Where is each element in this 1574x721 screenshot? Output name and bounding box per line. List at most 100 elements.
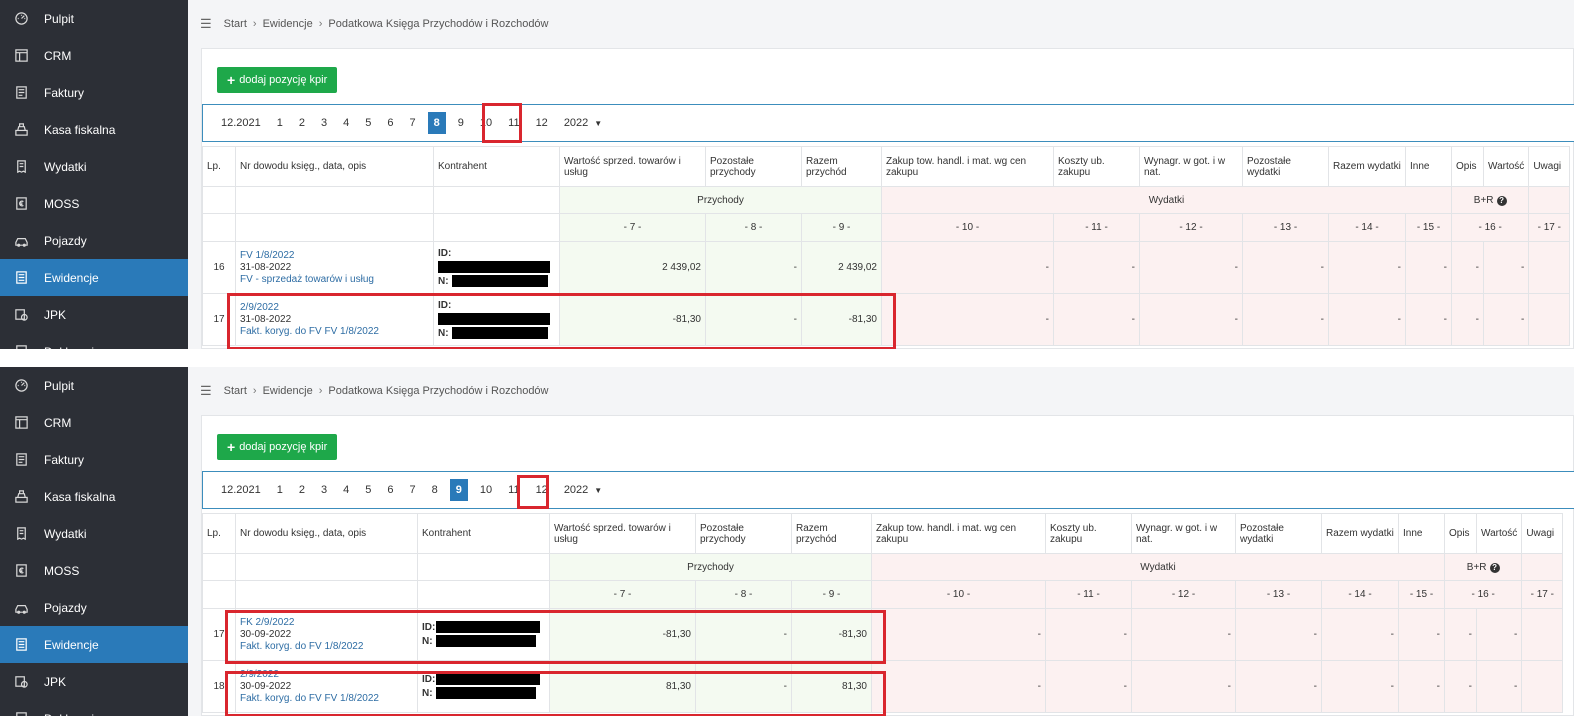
document-number-link[interactable]: 2/9/2022 (240, 302, 429, 314)
add-kpir-entry-button[interactable]: + dodaj pozycję kpir (217, 434, 338, 460)
breadcrumb-item[interactable]: Ewidencje (263, 385, 313, 397)
jpk-icon (10, 307, 32, 323)
tab-month-9[interactable]: 9 (449, 479, 468, 501)
column-header-c17: Uwagi (1521, 513, 1564, 554)
tab-month-7[interactable]: 7 (402, 479, 424, 501)
sidebar-item-ewidencje[interactable]: Ewidencje (0, 626, 188, 663)
tab-month-7[interactable]: 7 (402, 112, 424, 134)
tab-month-1[interactable]: 1 (269, 479, 291, 501)
column-number: - 10 - (871, 580, 1046, 609)
sidebar-item-kasa-fiskalna[interactable]: Kasa fiskalna (0, 478, 188, 515)
cell-c13: - (1235, 608, 1322, 661)
document-description-link[interactable]: Fakt. koryg. do FV FV 1/8/2022 (240, 326, 429, 338)
breadcrumb-item[interactable]: Ewidencje (263, 18, 313, 30)
sidebar-item-kasa-fiskalna[interactable]: Kasa fiskalna (0, 111, 188, 148)
sidebar-item-pojazdy[interactable]: Pojazdy (0, 589, 188, 626)
column-number: - 14 - (1328, 213, 1406, 242)
sidebar-item-crm[interactable]: CRM (0, 37, 188, 74)
tab-month-5[interactable]: 5 (357, 112, 379, 134)
sidebar-item-label: Faktury (44, 85, 85, 100)
sidebar-item-ewidencje[interactable]: Ewidencje (0, 259, 188, 296)
sidebar-item-crm[interactable]: CRM (0, 404, 188, 441)
group-br: B+R? (1450, 186, 1530, 214)
tab-month-11[interactable]: 11 (500, 112, 527, 134)
menu-toggle-icon[interactable]: ☰ (200, 16, 212, 32)
column-number: - 7 - (559, 213, 706, 242)
document-description-link[interactable]: Fakt. koryg. do FV FV 1/8/2022 (240, 693, 413, 705)
document-number-link[interactable]: FV 1/8/2022 (240, 250, 429, 262)
tab-month-3[interactable]: 3 (313, 479, 335, 501)
sidebar-item-pojazdy[interactable]: Pojazdy (0, 222, 188, 259)
tab-month-12.2021[interactable]: 12.2021 (213, 112, 269, 134)
tab-month-3[interactable]: 3 (313, 112, 335, 134)
tab-month-2[interactable]: 2 (291, 112, 313, 134)
chevron-right-icon: › (252, 385, 257, 397)
tab-month-9[interactable]: 9 (450, 112, 472, 134)
sidebar-item-jpk[interactable]: JPK (0, 663, 188, 700)
month-tabs: 12.2021 1 2 3 4 5 6 7 8 9 10 11 12 2022 ▼ (202, 104, 1574, 142)
sidebar-item-faktury[interactable]: Faktury (0, 441, 188, 478)
tab-month-12.2021[interactable]: 12.2021 (213, 479, 269, 501)
ledger-icon (10, 270, 32, 286)
sidebar-item-wydatki[interactable]: Wydatki (0, 148, 188, 185)
document-description-link[interactable]: FV - sprzedaż towarów i usług (240, 274, 429, 286)
ledger-icon (10, 637, 32, 653)
tab-month-12[interactable]: 12 (528, 112, 556, 134)
help-icon[interactable]: ? (1496, 195, 1507, 206)
sidebar-item-deklaracje[interactable]: Deklaracje (0, 700, 188, 716)
document-number-link[interactable]: FK 2/9/2022 (240, 617, 413, 629)
sidebar-item-faktury[interactable]: Faktury (0, 74, 188, 111)
year-select[interactable]: 2022 ▼ (556, 479, 610, 501)
breadcrumb-item[interactable]: Start (224, 385, 247, 397)
cash-register-icon (10, 122, 32, 138)
tab-month-10[interactable]: 10 (472, 479, 500, 501)
tab-month-6[interactable]: 6 (379, 112, 401, 134)
tab-month-6[interactable]: 6 (379, 479, 401, 501)
year-select[interactable]: 2022 ▼ (556, 112, 610, 134)
contractor-id-label: ID: (422, 673, 436, 685)
document-number-link[interactable]: 2/9/2022 (240, 669, 413, 681)
breadcrumb-item[interactable]: Start (224, 18, 247, 30)
tab-month-2[interactable]: 2 (291, 479, 313, 501)
help-icon[interactable]: ? (1489, 562, 1500, 573)
document-date: 30-09-2022 (240, 628, 292, 640)
column-number: - 17 - (1521, 580, 1564, 609)
kpir-table: Lp. Nr dowodu księg., data, opis Kontrahen… (202, 146, 1571, 346)
add-kpir-entry-button[interactable]: + dodaj pozycję kpir (217, 67, 338, 93)
year-label: 2022 (563, 484, 589, 496)
menu-toggle-icon[interactable]: ☰ (200, 383, 212, 399)
redacted-block (436, 620, 540, 633)
sidebar-item-moss[interactable]: MOSS (0, 552, 188, 589)
cell-c15: - (1405, 293, 1452, 346)
cell-c17 (1521, 660, 1564, 713)
sidebar-item-moss[interactable]: MOSS (0, 185, 188, 222)
sidebar-item-deklaracje[interactable]: Deklaracje (0, 333, 188, 349)
sidebar-item-pulpit[interactable]: Pulpit (0, 367, 188, 404)
tab-month-10[interactable]: 10 (472, 112, 500, 134)
tab-month-8[interactable]: 8 (424, 479, 446, 501)
tab-month-4[interactable]: 4 (335, 112, 357, 134)
sidebar-item-label: Faktury (44, 452, 85, 467)
sidebar-item-label: Ewidencje (44, 637, 99, 652)
empty-cell (1521, 553, 1564, 581)
tab-month-4[interactable]: 4 (335, 479, 357, 501)
tab-month-12[interactable]: 12 (528, 479, 556, 501)
row-document: 2/9/2022 30-09-2022 Fakt. koryg. do FV F… (235, 660, 418, 713)
document-description-link[interactable]: Fakt. koryg. do FV 1/8/2022 (240, 641, 413, 653)
sidebar-item-wydatki[interactable]: Wydatki (0, 515, 188, 552)
column-number: - 14 - (1321, 580, 1399, 609)
column-number: - 11 - (1053, 213, 1140, 242)
sidebar-item-pulpit[interactable]: Pulpit (0, 0, 188, 37)
tab-month-11[interactable]: 11 (500, 479, 527, 501)
sidebar-item-label: Pulpit (44, 378, 75, 393)
column-number: - 13 - (1242, 213, 1329, 242)
column-header-c10: Zakup tow. handl. i mat. wg cen zakupu (881, 146, 1054, 187)
row-document: 2/9/2022 31-08-2022 Fakt. koryg. do FV F… (235, 293, 434, 346)
tab-month-1[interactable]: 1 (269, 112, 291, 134)
column-number: - 15 - (1405, 213, 1452, 242)
tab-month-8[interactable]: 8 (427, 112, 446, 134)
tab-month-5[interactable]: 5 (357, 479, 379, 501)
dashboard-icon (10, 378, 32, 394)
cell-c13: - (1242, 241, 1329, 294)
sidebar-item-jpk[interactable]: JPK (0, 296, 188, 333)
